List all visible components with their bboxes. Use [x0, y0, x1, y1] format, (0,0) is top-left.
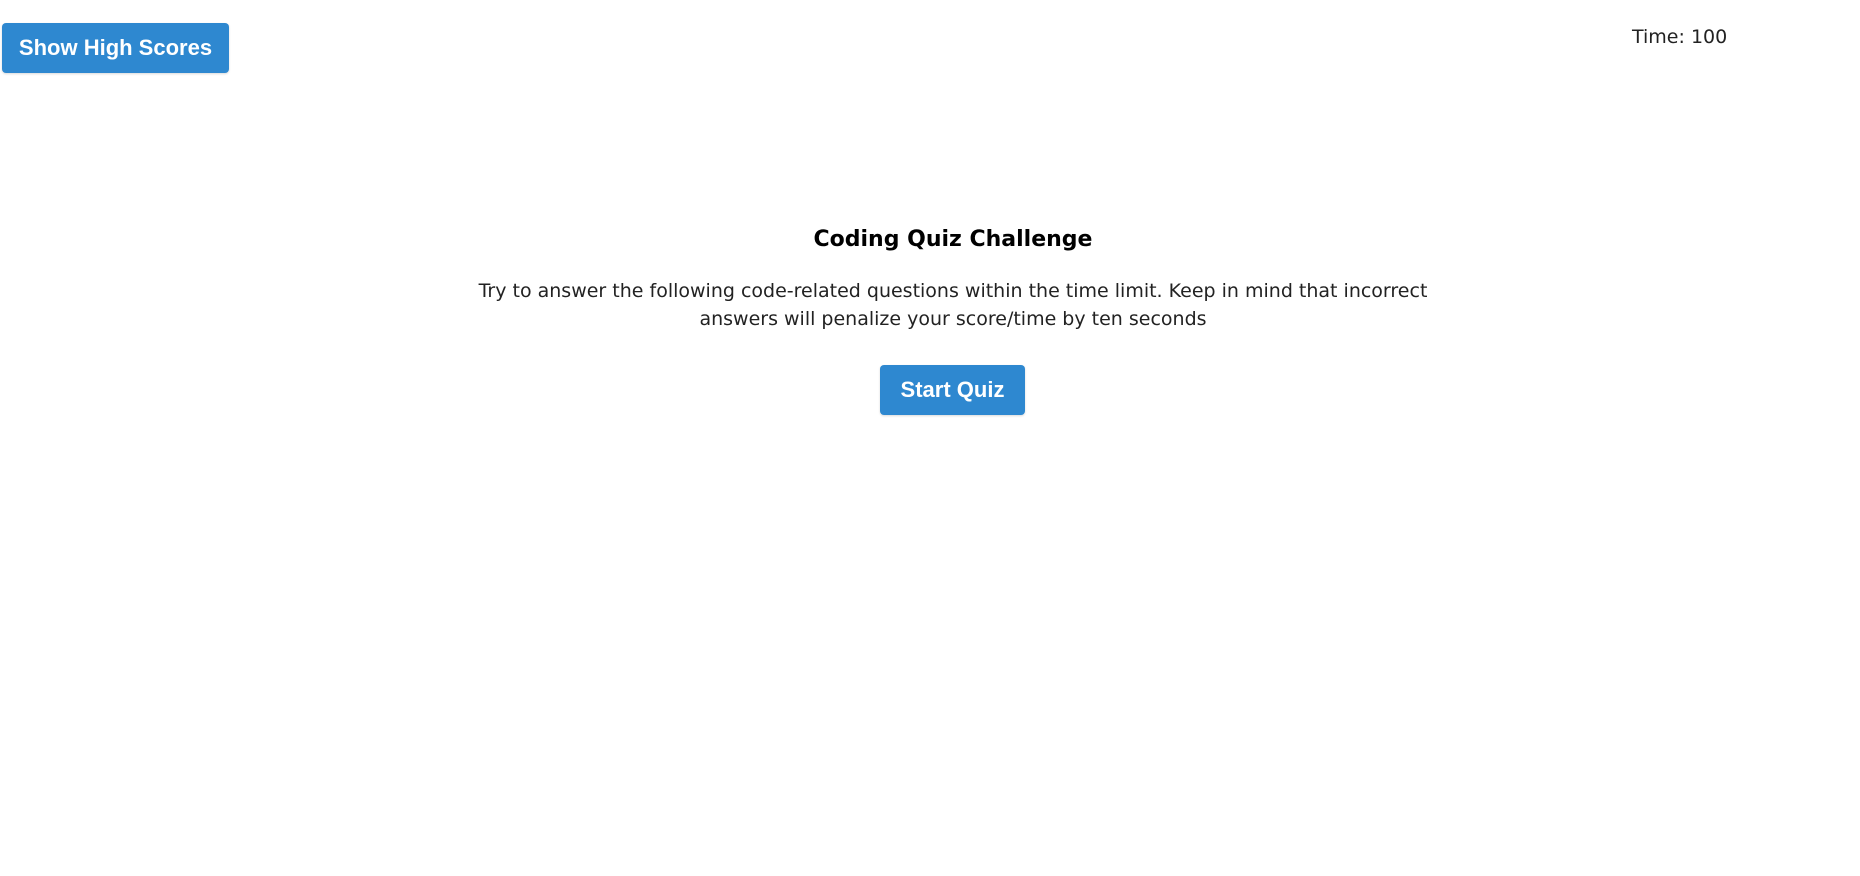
timer-display: Time: 100 [1632, 26, 1728, 48]
quiz-description: Try to answer the following code-related… [478, 280, 1428, 330]
intro-section: Coding Quiz Challenge Try to answer the … [0, 225, 1860, 333]
quiz-title: Coding Quiz Challenge [813, 227, 1093, 252]
quiz-page: Show High Scores Time: 100 Coding Quiz C… [0, 0, 1860, 876]
show-high-scores-button[interactable]: Show High Scores [2, 23, 229, 73]
start-quiz-button[interactable]: Start Quiz [880, 365, 1025, 415]
